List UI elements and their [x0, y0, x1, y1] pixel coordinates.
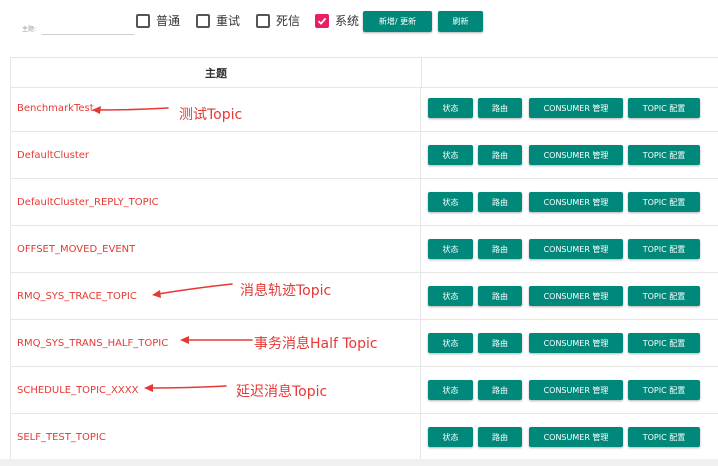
status-button[interactable]: 状态 [428, 192, 473, 212]
checkbox-system[interactable]: 系统 [315, 12, 359, 29]
route-button[interactable]: 路由 [478, 145, 522, 165]
table-row: BenchmarkTest 状态 路由 CONSUMER 管理 TOPIC 配置 [10, 86, 718, 132]
checkbox-label: 重试 [216, 14, 241, 28]
checkbox-dead-letter[interactable]: 死信 [256, 12, 300, 29]
checkbox-retry[interactable]: 重试 [196, 12, 240, 29]
status-button[interactable]: 状态 [428, 98, 473, 118]
status-button[interactable]: 状态 [428, 286, 473, 306]
route-button[interactable]: 路由 [478, 427, 522, 447]
table-header: 主题 [10, 57, 718, 88]
status-button[interactable]: 状态 [428, 145, 473, 165]
topic-name: DefaultCluster_REPLY_TOPIC [17, 197, 159, 208]
topic-search-input[interactable] [42, 20, 134, 35]
topic-table: 主题 BenchmarkTest 状态 路由 CONSUMER 管理 TOPIC… [10, 57, 718, 462]
table-row: SELF_TEST_TOPIC 状态 路由 CONSUMER 管理 TOPIC … [10, 415, 718, 461]
topic-config-button[interactable]: TOPIC 配置 [628, 145, 700, 165]
topic-config-button[interactable]: TOPIC 配置 [628, 380, 700, 400]
topic-config-button[interactable]: TOPIC 配置 [628, 192, 700, 212]
status-button[interactable]: 状态 [428, 427, 473, 447]
topic-name: SCHEDULE_TOPIC_XXXX [17, 385, 139, 396]
table-row: SCHEDULE_TOPIC_XXXX 状态 路由 CONSUMER 管理 TO… [10, 368, 718, 414]
table-row: RMQ_SYS_TRACE_TOPIC 状态 路由 CONSUMER 管理 TO… [10, 274, 718, 320]
route-button[interactable]: 路由 [478, 98, 522, 118]
column-header-topic: 主题 [10, 58, 422, 87]
consumer-manage-button[interactable]: CONSUMER 管理 [529, 192, 623, 212]
consumer-manage-button[interactable]: CONSUMER 管理 [529, 286, 623, 306]
consumer-manage-button[interactable]: CONSUMER 管理 [529, 239, 623, 259]
topic-name: DefaultCluster [17, 150, 90, 161]
route-button[interactable]: 路由 [478, 380, 522, 400]
route-button[interactable]: 路由 [478, 192, 522, 212]
status-button[interactable]: 状态 [428, 333, 473, 353]
checkbox-box[interactable] [136, 13, 150, 28]
table-row: DefaultCluster 状态 路由 CONSUMER 管理 TOPIC 配… [10, 133, 718, 179]
consumer-manage-button[interactable]: CONSUMER 管理 [529, 98, 623, 118]
annotation-trace-topic: 消息轨迹Topic [240, 283, 332, 299]
horizontal-scrollbar[interactable] [0, 459, 718, 466]
consumer-manage-button[interactable]: CONSUMER 管理 [529, 145, 623, 165]
consumer-manage-button[interactable]: CONSUMER 管理 [529, 333, 623, 353]
annotation-delay-topic: 延迟消息Topic [236, 384, 328, 400]
check-icon [317, 17, 327, 25]
topic-config-button[interactable]: TOPIC 配置 [628, 286, 700, 306]
topic-name: OFFSET_MOVED_EVENT [17, 244, 136, 255]
topic-name: RMQ_SYS_TRANS_HALF_TOPIC [17, 338, 169, 349]
topic-config-button[interactable]: TOPIC 配置 [628, 98, 700, 118]
topic-name: BenchmarkTest [17, 103, 94, 114]
topic-config-button[interactable]: TOPIC 配置 [628, 427, 700, 447]
checkbox-label: 死信 [276, 14, 301, 28]
route-button[interactable]: 路由 [478, 286, 522, 306]
route-button[interactable]: 路由 [478, 333, 522, 353]
consumer-manage-button[interactable]: CONSUMER 管理 [529, 427, 623, 447]
topic-label: 主题: [22, 26, 37, 33]
status-button[interactable]: 状态 [428, 380, 473, 400]
checkbox-normal[interactable]: 普通 [136, 12, 180, 29]
checkbox-box-checked[interactable] [315, 13, 329, 28]
table-row: DefaultCluster_REPLY_TOPIC 状态 路由 CONSUME… [10, 180, 718, 226]
annotation-half-topic: 事务消息Half Topic [254, 336, 378, 352]
topic-config-button[interactable]: TOPIC 配置 [628, 333, 700, 353]
topic-name: SELF_TEST_TOPIC [17, 432, 106, 443]
checkbox-label: 系统 [335, 14, 360, 28]
checkbox-box[interactable] [196, 13, 210, 28]
toolbar: 主题: 普通 重试 死信 系统 新增/ 更新 刷新 [0, 0, 718, 44]
status-button[interactable]: 状态 [428, 239, 473, 259]
consumer-manage-button[interactable]: CONSUMER 管理 [529, 380, 623, 400]
refresh-button[interactable]: 刷新 [438, 11, 483, 32]
annotation-test-topic: 测试Topic [179, 107, 243, 123]
add-update-button[interactable]: 新增/ 更新 [363, 11, 432, 32]
route-button[interactable]: 路由 [478, 239, 522, 259]
checkbox-box[interactable] [256, 13, 270, 28]
checkbox-label: 普通 [156, 14, 181, 28]
topic-config-button[interactable]: TOPIC 配置 [628, 239, 700, 259]
topic-name: RMQ_SYS_TRACE_TOPIC [17, 291, 137, 302]
table-row: OFFSET_MOVED_EVENT 状态 路由 CONSUMER 管理 TOP… [10, 227, 718, 273]
